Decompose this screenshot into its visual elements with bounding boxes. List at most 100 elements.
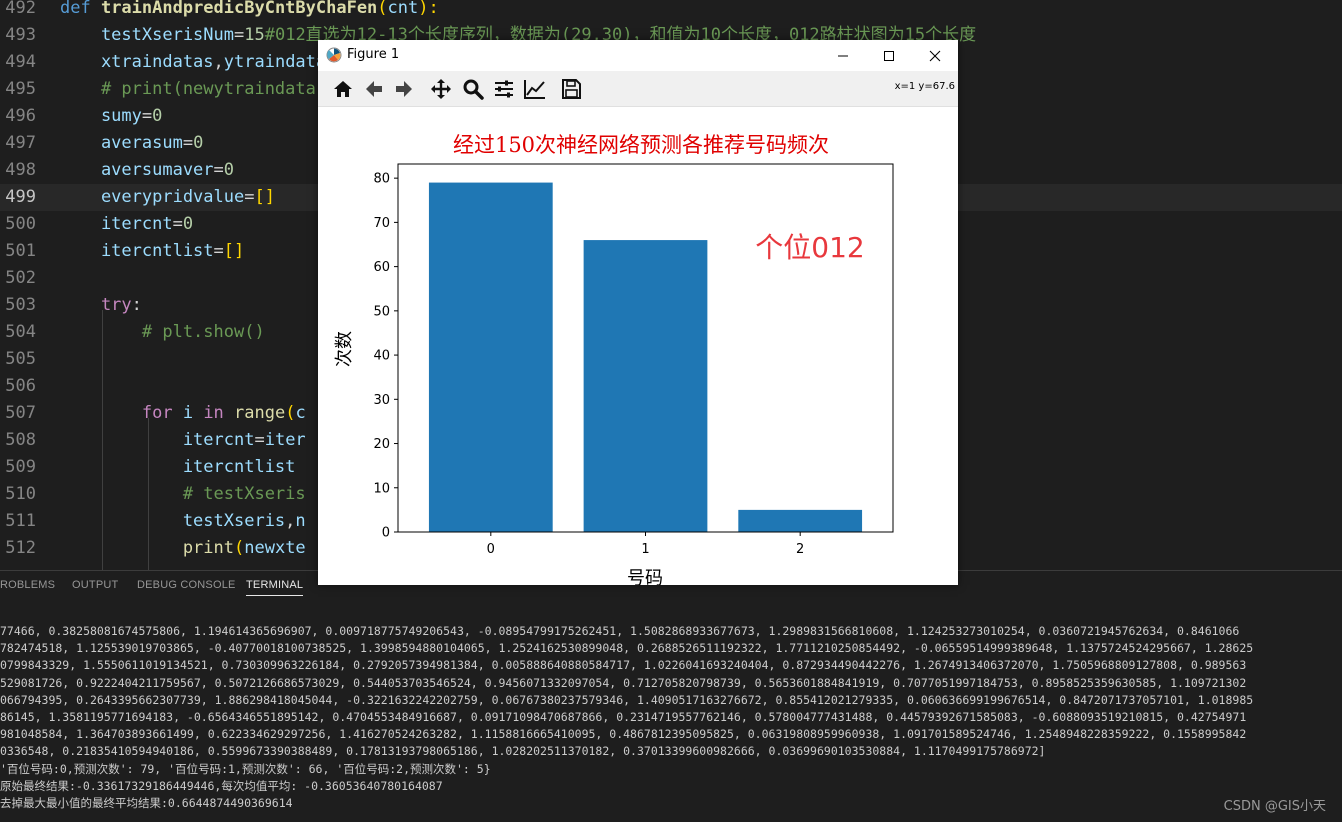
line-number: 494 xyxy=(5,52,36,72)
back-button[interactable] xyxy=(362,77,386,101)
edit-axes-button[interactable] xyxy=(523,77,547,101)
line-number: 495 xyxy=(5,79,36,99)
window-title: Figure 1 xyxy=(347,47,400,62)
maximize-button[interactable] xyxy=(866,40,912,71)
line-number: 509 xyxy=(5,457,36,477)
forward-button[interactable] xyxy=(392,77,416,101)
code-text: # print(newytraindata) xyxy=(60,76,326,103)
terminal-line: 529081726, 0.9222404211759567, 0.5072126… xyxy=(0,676,1247,690)
terminal-line: 782474518, 1.125539019703865, -0.4077001… xyxy=(0,641,1254,655)
close-button[interactable] xyxy=(912,40,958,71)
matplotlib-logo-icon xyxy=(326,47,342,67)
figure-toolbar: x=1 y=67.6 xyxy=(318,71,958,107)
forward-arrow-icon xyxy=(396,81,412,97)
indent-guide xyxy=(148,418,149,570)
line-number: 498 xyxy=(5,160,36,180)
y-tick-label: 0 xyxy=(382,526,390,541)
code-token: itercntlist xyxy=(60,457,296,477)
terminal-line: 0336548, 0.21835410594940186, 0.55996733… xyxy=(0,744,1046,758)
x-axis-ticks: 0 1 2 xyxy=(487,532,804,557)
csdn-watermark: CSDN @GIS小天 xyxy=(1223,799,1326,814)
tab-terminal[interactable]: TERMINAL xyxy=(246,579,304,596)
code-token: itercnt xyxy=(60,430,255,450)
subplots-config-icon xyxy=(495,80,513,98)
back-arrow-icon xyxy=(366,81,382,97)
code-token: [] xyxy=(254,187,275,207)
code-token: ( xyxy=(377,0,388,18)
code-token: : xyxy=(131,295,142,315)
bar-chart[interactable]: 经过150次神经网络预测各推荐号码频次 0 10 20 30 40 50 60 70 80 0 1… xyxy=(318,106,958,585)
line-number: 503 xyxy=(5,295,36,315)
chart-annotation: 个位012 xyxy=(755,231,864,264)
code-token: testXseris xyxy=(60,511,286,531)
code-text: # testXseris xyxy=(60,481,306,508)
window-titlebar[interactable]: Figure 1 xyxy=(318,40,958,71)
tab-debug-console[interactable]: DEBUG CONSOLE xyxy=(137,579,236,591)
y-tick-label: 40 xyxy=(373,349,390,364)
y-tick-label: 70 xyxy=(373,216,390,231)
line-number: 492 xyxy=(5,0,36,18)
terminal-line: 86145, 1.3581195771694183, -0.6564346551… xyxy=(0,710,1247,724)
code-token: 0 xyxy=(223,160,235,180)
line-number: 496 xyxy=(5,106,36,126)
x-tick-label: 0 xyxy=(487,542,495,557)
code-token: xtraindatas xyxy=(60,52,214,72)
matplotlib-figure-window[interactable]: Figure 1 x=1 y=67.6 经过150次神经网络预测各推荐号码频次 … xyxy=(318,40,958,585)
bar-1 xyxy=(583,240,708,533)
line-number: 501 xyxy=(5,241,36,261)
save-button[interactable] xyxy=(559,77,583,101)
terminal-line: 066794395, 0.2643395662307739, 1.8862984… xyxy=(0,693,1254,707)
zoom-button[interactable] xyxy=(461,77,485,101)
line-number: 502 xyxy=(5,268,36,288)
line-number: 508 xyxy=(5,430,36,450)
minimize-button[interactable] xyxy=(820,40,866,71)
code-token: itercntlist xyxy=(60,241,214,261)
line-number: 510 xyxy=(5,484,36,504)
code-token: itercnt xyxy=(60,214,173,234)
code-token: newxte xyxy=(244,538,306,558)
code-token: = xyxy=(213,241,224,261)
code-text: itercntlist=[] xyxy=(60,238,244,265)
code-text: everypridvalue=[] xyxy=(60,184,275,211)
code-token: c xyxy=(295,403,306,423)
x-tick-label: 1 xyxy=(641,542,649,557)
bottom-panel: ROBLEMS OUTPUT DEBUG CONSOLE TERMINAL 77… xyxy=(0,570,1342,822)
code-text: itercnt=iter xyxy=(60,427,306,454)
y-tick-label: 30 xyxy=(373,393,390,408)
code-token: = xyxy=(244,187,255,207)
tab-output[interactable]: OUTPUT xyxy=(72,579,118,591)
bar-0 xyxy=(428,182,553,533)
home-button[interactable] xyxy=(331,77,355,101)
code-token: in xyxy=(203,403,235,423)
save-icon xyxy=(562,79,581,99)
code-token: 0 xyxy=(193,133,204,153)
pan-icon xyxy=(431,79,451,99)
code-token: = xyxy=(234,25,245,45)
code-token: sumy xyxy=(60,106,142,126)
code-token: for xyxy=(60,403,183,423)
code-token: = xyxy=(213,160,224,180)
code-token: averasum xyxy=(60,133,183,153)
zoom-icon xyxy=(463,79,484,100)
subplots-config-button[interactable] xyxy=(492,77,516,101)
code-token: everypridvalue xyxy=(60,187,245,207)
y-tick-label: 50 xyxy=(373,304,390,319)
line-number: 511 xyxy=(5,511,36,531)
indent-guide xyxy=(102,310,103,570)
tab-problems[interactable]: ROBLEMS xyxy=(0,579,55,591)
code-line[interactable]: 492 def trainAndpredicByCntByChaFen(cnt): xyxy=(0,0,1342,22)
edit-axes-icon xyxy=(524,80,545,99)
code-token: = xyxy=(172,214,183,234)
code-text: # plt.show() xyxy=(60,319,265,346)
chart-title: 经过150次神经网络预测各推荐号码频次 xyxy=(453,133,829,157)
minimize-icon xyxy=(838,55,848,56)
code-text: itercntlist xyxy=(60,454,296,481)
line-number: 505 xyxy=(5,349,36,369)
code-token: [] xyxy=(223,241,245,261)
code-token: = xyxy=(141,106,153,126)
pan-button[interactable] xyxy=(429,77,453,101)
y-tick-label: 10 xyxy=(373,481,390,496)
code-token: print xyxy=(60,538,234,558)
line-number: 504 xyxy=(5,322,36,342)
y-tick-label: 20 xyxy=(373,437,390,452)
